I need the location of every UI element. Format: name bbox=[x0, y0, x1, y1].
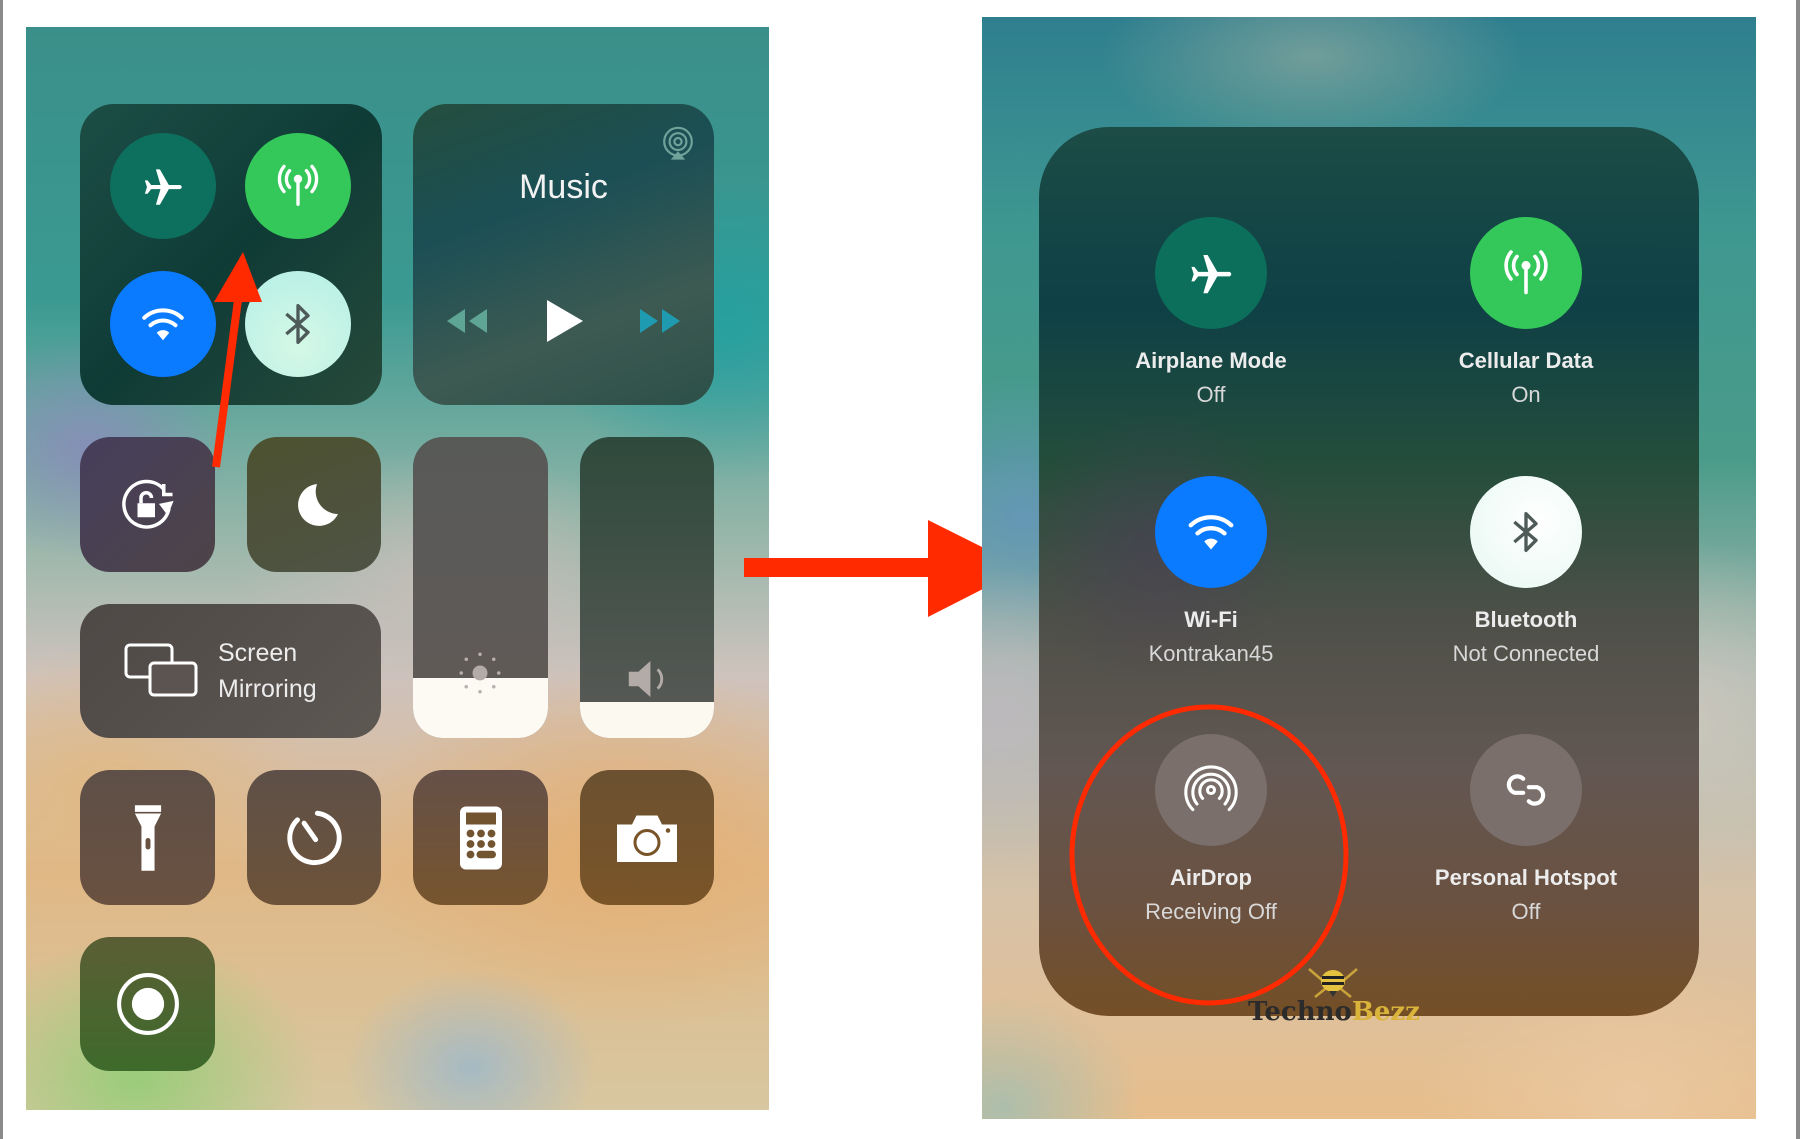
airdrop-highlight-circle bbox=[1069, 704, 1349, 1006]
up-arrow-head bbox=[214, 252, 262, 302]
right-arrow-shaft bbox=[744, 558, 930, 577]
watermark-part1: Techno bbox=[1248, 997, 1352, 1027]
connectivity-expanded-screen: Airplane Mode Off Cellular Data On Wi-Fi Kont… bbox=[982, 17, 1756, 1119]
bee-logo-icon bbox=[1308, 968, 1358, 998]
up-arrow-annotation bbox=[212, 252, 262, 468]
up-arrow-shaft bbox=[212, 299, 242, 468]
technobezz-watermark: TechnoBezz bbox=[1248, 965, 1420, 1027]
watermark-part2: Bezz bbox=[1351, 997, 1420, 1027]
